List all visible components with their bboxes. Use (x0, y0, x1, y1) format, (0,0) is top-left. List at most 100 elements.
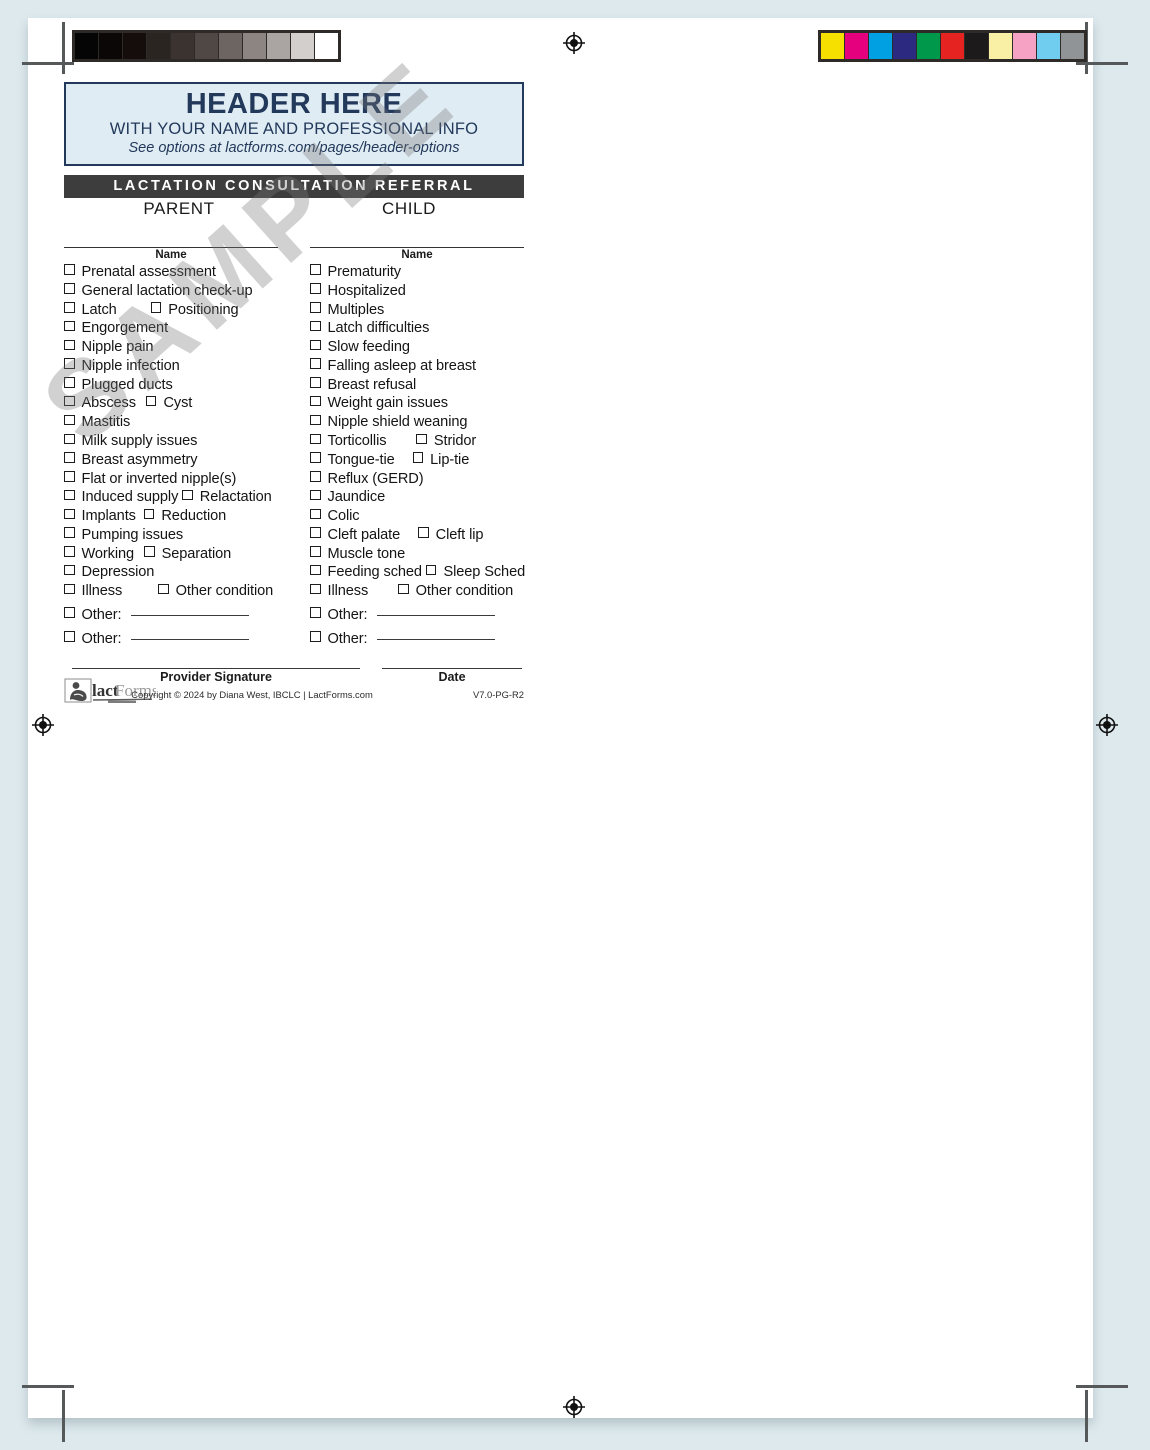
version-text: V7.0-PG-R2 (472, 689, 524, 701)
checkbox[interactable] (310, 283, 321, 294)
checkbox-secondary[interactable] (182, 489, 193, 501)
form-title-bar: LACTATION CONSULTATION REFERRAL (64, 175, 524, 199)
checklist-item: Breast asymmetry (64, 451, 278, 470)
checkbox-secondary[interactable] (158, 583, 169, 595)
checklist-item: Prematurity (310, 263, 524, 282)
checkbox[interactable] (64, 339, 75, 351)
checkbox[interactable] (310, 471, 321, 482)
checkbox-other[interactable] (310, 607, 321, 618)
checkbox[interactable] (64, 264, 75, 275)
checklist-item: Nipple shield weaning (310, 413, 524, 432)
registration-mark-bottom (563, 1396, 585, 1418)
checkbox[interactable] (310, 339, 321, 351)
checkbox-secondary[interactable] (418, 527, 429, 538)
checkbox[interactable] (64, 358, 75, 369)
checkbox[interactable] (310, 358, 321, 369)
checklist-item-label: Colic (327, 508, 360, 525)
other-write-in-field[interactable] (377, 638, 496, 640)
checkbox[interactable] (310, 320, 321, 332)
registration-mark-right (1096, 714, 1118, 736)
color-patch-10 (1061, 33, 1084, 59)
provider-signature-rule[interactable] (72, 668, 360, 670)
checkbox[interactable] (64, 320, 75, 332)
checkbox[interactable] (310, 546, 321, 557)
checklist-item: Illness Other condition (310, 582, 524, 601)
checkbox[interactable] (310, 414, 321, 426)
checklist-item: Abscess Cyst (64, 394, 278, 413)
checkbox[interactable] (310, 377, 321, 388)
checkbox[interactable] (64, 302, 75, 313)
other-label: Other: (81, 630, 122, 647)
checkbox[interactable] (310, 583, 321, 595)
checkbox[interactable] (310, 508, 321, 520)
checkbox-secondary[interactable] (150, 302, 162, 313)
checkbox-secondary[interactable] (145, 395, 157, 407)
checklist-item: Colic (310, 507, 524, 526)
checkbox[interactable] (64, 377, 75, 388)
color-patch-3 (893, 33, 916, 59)
checklist-item: Working Separation (64, 545, 278, 564)
checkbox[interactable] (310, 452, 321, 463)
checklist-item-label: Falling asleep at breast (327, 357, 477, 374)
grayscale-patch-4 (171, 33, 194, 59)
checklist-item-label: Nipple infection (81, 357, 180, 374)
checkbox[interactable] (64, 395, 75, 407)
checkbox-secondary[interactable] (416, 433, 427, 444)
color-patch-1 (845, 33, 868, 59)
date-rule[interactable] (382, 668, 522, 670)
other-write-in-field[interactable] (377, 614, 496, 616)
checkbox-secondary[interactable] (143, 508, 155, 520)
checklist-item-label: Abscess (81, 395, 137, 412)
checkbox[interactable] (64, 414, 75, 426)
checklist-item-label-secondary: Stridor (433, 433, 477, 449)
checkbox-secondary[interactable] (425, 564, 437, 576)
checkbox[interactable] (310, 564, 321, 576)
column-headings: PARENT CHILD (64, 199, 524, 219)
checkbox-secondary[interactable] (398, 583, 409, 595)
checkbox[interactable] (64, 489, 75, 501)
checkbox[interactable] (310, 302, 321, 313)
checkbox[interactable] (64, 583, 75, 595)
other-write-in-field[interactable] (131, 638, 250, 640)
checkbox-other[interactable] (64, 607, 75, 618)
checkbox[interactable] (64, 283, 75, 294)
copyright-text: Copyright © 2024 by Diana West, IBCLC | … (131, 689, 373, 701)
form-footer: Provider Signature Date lact Forms Copyr… (64, 668, 524, 714)
color-patch-4 (917, 33, 940, 59)
checkbox[interactable] (64, 508, 75, 520)
other-row: Other: (310, 625, 524, 649)
checkbox[interactable] (64, 546, 75, 557)
checkbox[interactable] (64, 433, 75, 444)
checklist-item: Torticollis Stridor (310, 432, 524, 451)
checkbox-secondary[interactable] (412, 452, 424, 463)
checkbox[interactable] (310, 395, 321, 407)
checkbox[interactable] (64, 527, 75, 538)
crop-mark-top-left-v (62, 22, 65, 74)
header-subtitle: WITH YOUR NAME AND PROFESSIONAL INFO (109, 120, 479, 139)
checkbox[interactable] (310, 264, 321, 275)
checkbox-secondary[interactable] (144, 546, 155, 557)
checklist-item-label: Muscle tone (327, 545, 406, 562)
other-label: Other: (327, 606, 368, 623)
checkbox[interactable] (310, 489, 321, 501)
column-heading-parent: PARENT (143, 199, 215, 219)
checkbox[interactable] (64, 564, 75, 576)
crop-mark-bottom-left-v (62, 1390, 65, 1442)
checkbox[interactable] (64, 452, 75, 463)
checklist-item-label: Flat or inverted nipple(s) (81, 470, 237, 487)
checklist-item-label: Latch difficulties (327, 320, 430, 337)
crop-mark-top-right-h (1076, 62, 1128, 65)
checkbox[interactable] (64, 471, 75, 482)
grayscale-patch-0 (75, 33, 98, 59)
other-row: Other: (310, 601, 524, 625)
checklist-item: Falling asleep at breast (310, 357, 524, 376)
checklist-item: Latch Positioning (64, 300, 278, 319)
checkbox[interactable] (310, 527, 321, 538)
other-write-in-field[interactable] (131, 614, 250, 616)
checkbox-other[interactable] (310, 631, 321, 642)
checklist-item: Multiples (310, 300, 524, 319)
checkbox-other[interactable] (64, 631, 75, 642)
checkbox[interactable] (310, 433, 321, 444)
checklist-item-label: Hospitalized (327, 282, 406, 299)
checklist-item-label-secondary: Separation (161, 545, 232, 562)
